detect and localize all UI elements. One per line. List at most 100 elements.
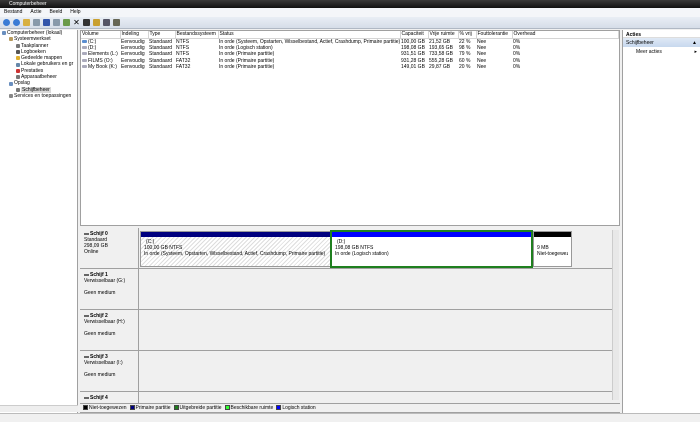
tree-node-icon bbox=[9, 81, 13, 86]
tree-node-icon bbox=[16, 43, 20, 48]
collapse-icon: ▲ bbox=[692, 40, 697, 46]
forward-icon[interactable] bbox=[13, 19, 20, 26]
table-cell: 29,87 GB bbox=[428, 64, 458, 71]
column-header[interactable]: Volume bbox=[81, 31, 121, 39]
column-header[interactable]: Type bbox=[148, 31, 176, 39]
tree-node-icon bbox=[16, 56, 20, 61]
drive-icon bbox=[82, 52, 87, 56]
cell-text: Elements (L:) bbox=[88, 51, 118, 58]
cell-text: In orde (Primaire partitie) bbox=[219, 57, 275, 64]
properties-icon[interactable] bbox=[63, 19, 70, 26]
cell-text: Nee bbox=[477, 64, 487, 71]
back-icon[interactable] bbox=[3, 19, 10, 26]
table-cell: Standaard bbox=[148, 51, 175, 58]
drive-icon bbox=[82, 45, 87, 49]
column-header[interactable]: Status bbox=[218, 31, 401, 39]
partition-unallocated[interactable]: 9 MB Niet-toegewez bbox=[533, 231, 572, 267]
column-header[interactable]: Indeling bbox=[120, 31, 149, 39]
cell-text: NTFS bbox=[176, 38, 190, 45]
actions-section-schijfbeheer[interactable]: Schijfbeheer ▲ bbox=[623, 38, 700, 47]
table-cell: Standaard bbox=[148, 45, 175, 52]
cell-text: Standaard bbox=[149, 51, 173, 58]
tree-item[interactable]: Services en toepassingen bbox=[0, 93, 77, 99]
partition-c[interactable]: (C:) 100,00 GB NTFS In orde (Systeem, Opst… bbox=[140, 231, 331, 267]
cell-text: FILMS (O:) bbox=[88, 57, 113, 64]
column-header[interactable]: Capaciteit bbox=[400, 31, 429, 39]
column-header[interactable]: % vrij bbox=[458, 31, 477, 39]
cell-text: 733,58 GB bbox=[429, 51, 453, 58]
disk-row: Schijf 4 bbox=[80, 392, 612, 403]
tree-node-icon bbox=[16, 50, 20, 55]
more-actions-label: Meer acties bbox=[636, 49, 662, 55]
disk-row: Schijf 1 Verwisselbaar (G:) Geen medium bbox=[80, 269, 612, 310]
column-header[interactable]: Fouttolerantie bbox=[476, 31, 513, 39]
column-header[interactable]: Overhead bbox=[512, 31, 619, 39]
view-icon[interactable] bbox=[53, 19, 60, 26]
menu-help[interactable]: Help bbox=[70, 8, 80, 17]
cell-text: 555,28 GB bbox=[429, 57, 453, 64]
cell-text: Standaard bbox=[149, 57, 173, 64]
toolbar: ✕ bbox=[0, 17, 700, 29]
tree-node-icon bbox=[16, 87, 20, 92]
disk-icon bbox=[84, 355, 89, 358]
cell-text: Eenvoudig bbox=[121, 38, 145, 45]
table-cell: Elements (L:) bbox=[81, 51, 120, 58]
column-header[interactable]: Bestandssysteem bbox=[175, 31, 219, 39]
cell-text: Nee bbox=[477, 44, 487, 51]
cell-text: Eenvoudig bbox=[121, 57, 145, 64]
tree-horizontal-scrollbar[interactable] bbox=[0, 405, 78, 412]
table-cell: 0% bbox=[512, 64, 619, 71]
cell-text: 60 % bbox=[459, 57, 471, 64]
disk-icon bbox=[84, 396, 89, 399]
cell-text: 931,28 GB bbox=[401, 57, 425, 64]
menu-bestand[interactable]: Bestand bbox=[4, 8, 22, 17]
table-cell: Nee bbox=[476, 64, 512, 71]
legend-label: Niet-toegewezen bbox=[89, 405, 127, 411]
column-header[interactable]: Vrije ruimte bbox=[428, 31, 459, 39]
disk-vertical-scrollbar[interactable] bbox=[612, 230, 619, 400]
help-icon[interactable] bbox=[43, 19, 50, 26]
up-folder-icon[interactable] bbox=[23, 19, 30, 26]
menu-actie[interactable]: Actie bbox=[30, 8, 41, 17]
disk-label[interactable]: Schijf 4 bbox=[80, 392, 139, 403]
search-icon[interactable] bbox=[103, 19, 110, 26]
disk-label[interactable]: Schijf 1 Verwisselbaar (G:) Geen medium bbox=[80, 269, 139, 309]
partition-details: (D:) 198,08 GB NTFS In orde (Logisch stati… bbox=[332, 237, 531, 266]
disk-label[interactable]: Schijf 0 Standaard 298,09 GB Online bbox=[80, 228, 139, 268]
legend-item: Uitgebreide partitie bbox=[173, 405, 222, 411]
more-actions-item[interactable]: Meer acties ▸ bbox=[623, 47, 700, 55]
show-hide-tree-icon[interactable] bbox=[33, 19, 40, 26]
cell-text: 22 % bbox=[459, 38, 471, 45]
explore-icon[interactable] bbox=[93, 19, 100, 26]
disk-info: Geen medium bbox=[84, 331, 116, 337]
table-cell: Eenvoudig bbox=[120, 38, 148, 45]
cell-text: 198,08 GB bbox=[401, 44, 425, 51]
cell-text: 0% bbox=[513, 57, 521, 64]
legend-label: Beschikbare ruimte bbox=[230, 405, 274, 411]
cell-text: In orde (Logisch station) bbox=[219, 44, 273, 51]
table-cell: Eenvoudig bbox=[120, 45, 148, 52]
settings-icon[interactable] bbox=[113, 19, 120, 26]
legend-swatch bbox=[83, 405, 88, 411]
disk-label[interactable]: Schijf 3 Verwisselbaar (I:) Geen medium bbox=[80, 351, 139, 391]
disk-icon bbox=[84, 232, 89, 235]
disk-label[interactable]: Schijf 2 Verwisselbaar (H:) Geen medium bbox=[80, 310, 139, 350]
cell-text: 149,01 GB bbox=[401, 64, 425, 71]
actions-pane: Acties Schijfbeheer ▲ Meer acties ▸ bbox=[622, 30, 700, 413]
cell-text: Standaard bbox=[149, 38, 173, 45]
menu-beeld[interactable]: Beeld bbox=[49, 8, 62, 17]
cell-text: NTFS bbox=[176, 51, 190, 58]
disk-row: Schijf 2 Verwisselbaar (H:) Geen medium bbox=[80, 310, 612, 351]
chevron-right-icon: ▸ bbox=[694, 49, 697, 55]
open-icon[interactable] bbox=[83, 19, 90, 26]
cell-text: Nee bbox=[477, 51, 487, 58]
menu-bar: Bestand Actie Beeld Help bbox=[0, 8, 700, 17]
actions-section-label: Schijfbeheer bbox=[626, 40, 654, 46]
table-row[interactable]: My Book (K:) Eenvoudig Standaard FAT32 In or… bbox=[81, 64, 619, 71]
partition-d[interactable]: (D:) 198,08 GB NTFS In orde (Logisch stati… bbox=[330, 230, 533, 268]
drive-icon bbox=[82, 58, 87, 62]
partition-status: Niet-toegewez bbox=[537, 251, 568, 257]
cell-text: 79 % bbox=[459, 51, 471, 58]
table-cell: 931,51 GB bbox=[400, 51, 428, 58]
delete-icon[interactable]: ✕ bbox=[73, 19, 80, 27]
